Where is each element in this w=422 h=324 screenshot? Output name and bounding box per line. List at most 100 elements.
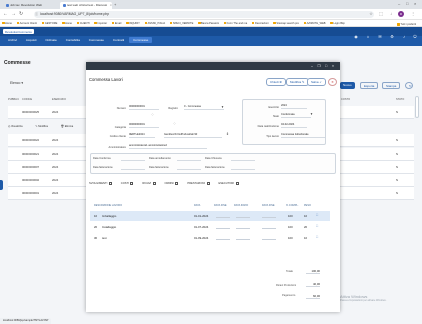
grid-icon[interactable]: ⁘ bbox=[150, 113, 155, 118]
bookmark-item[interactable]: Email bbox=[110, 20, 124, 26]
browser-tab-0[interactable]: Job lav. Revolution Web bbox=[3, 2, 59, 9]
maximize-icon[interactable]: □ bbox=[406, 1, 408, 6]
bookmark-item[interactable]: Sitemap search pre bbox=[271, 20, 301, 26]
tab-esecutori[interactable]: ESECUTORI bbox=[218, 181, 239, 185]
new-tab-button[interactable]: + bbox=[114, 2, 116, 7]
data-fatturazione-field[interactable] bbox=[177, 165, 201, 170]
data-realizzazione-field[interactable]: 04-02-2024 bbox=[281, 123, 307, 128]
logout-icon[interactable]: ⏻ bbox=[411, 33, 419, 41]
chevron-down-icon[interactable]: ⇕ bbox=[225, 132, 230, 137]
column-header[interactable]: STATO bbox=[396, 98, 404, 101]
cliente-code-field[interactable]: 0ERTLE2024 bbox=[129, 133, 155, 138]
forward-icon[interactable]: → bbox=[11, 11, 16, 17]
bookmark-item[interactable]: GESTORE bbox=[40, 20, 60, 26]
bookmark-item[interactable]: Banca Passioni bbox=[196, 20, 221, 26]
registro-select[interactable]: 0 - Commessa bbox=[184, 105, 224, 110]
tab-prestazioni[interactable]: PRESTAZIONI bbox=[187, 181, 210, 185]
chat-icon[interactable]: ✉ bbox=[376, 33, 384, 41]
data-fine-cell[interactable] bbox=[262, 235, 276, 240]
column-header[interactable]: ESERCIZIO bbox=[52, 98, 66, 101]
tab-elenco[interactable]: Elenco ▾ bbox=[10, 81, 23, 85]
delete-button[interactable]: ✕ bbox=[328, 78, 337, 86]
extensions-icon[interactable]: ⬚ bbox=[378, 11, 384, 17]
esercizio-field[interactable]: 2024 bbox=[281, 104, 307, 109]
chevron-down-icon[interactable]: ▾ bbox=[309, 112, 314, 117]
grid-icon[interactable]: ⁘ bbox=[172, 122, 177, 127]
download-icon[interactable]: ↓ bbox=[388, 11, 394, 17]
expand-icon[interactable]: ⛶ bbox=[316, 213, 318, 217]
expand-icon[interactable]: ⛶ bbox=[316, 224, 318, 228]
maximize-icon[interactable]: □ bbox=[324, 64, 328, 68]
data-chiusura-field[interactable] bbox=[231, 156, 255, 161]
close-tab-icon[interactable]: × bbox=[110, 3, 112, 7]
grid-row[interactable]: 20 Installaggio 01-07-2024 100 20 ⛶ bbox=[90, 222, 330, 232]
data-fatturazione-field[interactable] bbox=[121, 165, 145, 170]
data-fine-cell[interactable] bbox=[262, 224, 276, 229]
bookmark-item[interactable]: INQUIRY bbox=[124, 20, 142, 26]
bookmark-item[interactable]: Importer bbox=[92, 20, 109, 26]
reload-icon[interactable]: ↻ bbox=[19, 11, 23, 17]
bookmark-item[interactable]: CLIENTI bbox=[75, 20, 92, 26]
minimize-icon[interactable]: – bbox=[398, 1, 400, 6]
bookmark-item[interactable]: AZIMUTH_WEB bbox=[302, 20, 328, 26]
bookmark-item[interactable]: Decorazioni bbox=[250, 20, 271, 26]
data-conferma-field[interactable] bbox=[121, 156, 145, 161]
cliente-name-field[interactable]: Gentilucchi Dell'Industriali 90 bbox=[164, 133, 222, 138]
data-fatturazione-field[interactable] bbox=[231, 165, 255, 170]
data-inizio-cell[interactable] bbox=[236, 235, 250, 240]
categoria-field[interactable]: 00000000001 bbox=[129, 123, 159, 128]
app-brand[interactable]: RevolutionCommerce bbox=[3, 29, 34, 34]
chevron-down-icon[interactable]: ▾ bbox=[220, 105, 225, 110]
menu-item-contratti[interactable]: Contratti bbox=[109, 37, 128, 43]
edit-button[interactable]: ✎ Modifica bbox=[35, 125, 54, 128]
kebab-menu-icon[interactable]: ⋮ bbox=[410, 11, 416, 17]
browser-tab-1[interactable]: test web critical test - Discussi × bbox=[60, 2, 112, 9]
tab-costi[interactable]: COSTI bbox=[121, 181, 134, 185]
amministratore-field[interactable]: amministratore1 amministratore2 bbox=[129, 144, 207, 149]
bookmark-item[interactable]: Home bbox=[0, 20, 14, 26]
save-button[interactable]: Salva ✓ bbox=[307, 78, 326, 86]
column-header[interactable]: PUBBLIC bbox=[8, 98, 19, 101]
new-button[interactable]: Nuovo bbox=[340, 82, 355, 89]
user-icon[interactable]: ◉ bbox=[352, 33, 360, 41]
bookmark-item[interactable]: Login Bkp bbox=[328, 20, 347, 26]
data-annullamento-field[interactable] bbox=[177, 156, 201, 161]
tipo-lavoro-field[interactable]: Commessa Istituzionale bbox=[281, 133, 325, 138]
bookmark-item[interactable]: ASSISI_ITALIA bbox=[143, 20, 168, 26]
tab-ricavi[interactable]: RICAVI bbox=[142, 181, 156, 185]
bookmark-item[interactable]: Account Clienti bbox=[15, 20, 39, 26]
stato-select[interactable]: Confermata bbox=[281, 113, 311, 118]
url-input[interactable]: ⓘ localhost:9080/VARMAG_UP7_8/job/home.p… bbox=[34, 11, 374, 18]
export-button[interactable]: Esporta bbox=[360, 82, 379, 89]
grid-row[interactable]: 10 Imballaggio 01-01-2024 100 10 ⛶ bbox=[90, 211, 330, 221]
numero-field[interactable]: 00000000001 bbox=[129, 105, 159, 110]
avatar[interactable]: R bbox=[398, 11, 404, 17]
restore-icon[interactable]: ❐ bbox=[317, 64, 321, 68]
data-fine-cell[interactable] bbox=[216, 213, 230, 218]
home-icon[interactable]: ⌂ bbox=[364, 33, 372, 41]
data-fine-cell[interactable] bbox=[216, 224, 230, 229]
print-button[interactable]: Stampa bbox=[382, 82, 401, 89]
menu-item-ordinate[interactable]: Ordinate bbox=[41, 37, 61, 43]
menu-item-archivi[interactable]: Archivi bbox=[4, 37, 21, 43]
close-button[interactable]: Chiudi ⊗ bbox=[266, 78, 286, 86]
menu-item-acquisti[interactable]: Acquisti bbox=[22, 37, 41, 43]
settings-icon[interactable]: ⚙ bbox=[388, 33, 396, 41]
menu-item-commesse-selected[interactable]: Commesse bbox=[129, 37, 153, 43]
back-icon[interactable]: ← bbox=[3, 11, 8, 17]
tab-svolgimenti[interactable]: SVOLGIMENTI bbox=[89, 181, 112, 185]
column-header[interactable]: CODICE bbox=[22, 98, 32, 101]
refresh-icon[interactable]: ↻ bbox=[405, 82, 413, 89]
bell-icon[interactable]: ♪ bbox=[400, 33, 408, 41]
bookmark-item[interactable]: Home bbox=[60, 20, 74, 26]
menu-item-commesse-1[interactable]: Commesse bbox=[85, 37, 108, 43]
data-inizio-cell[interactable] bbox=[236, 213, 250, 218]
grid-row[interactable]: 30 test 01-09-2024 100 10 ⛶ bbox=[90, 233, 330, 243]
star-icon[interactable]: ☆ bbox=[368, 11, 374, 17]
menu-item-contabilita[interactable]: Contabilita bbox=[62, 37, 84, 43]
side-panel-handle[interactable] bbox=[0, 180, 3, 190]
expand-icon[interactable]: ⛶ bbox=[316, 235, 318, 239]
close-window-icon[interactable]: × bbox=[414, 1, 416, 6]
tab-ordini[interactable]: ORDINI bbox=[165, 181, 179, 185]
bookmark-item[interactable]: Form The and ma bbox=[222, 20, 250, 26]
